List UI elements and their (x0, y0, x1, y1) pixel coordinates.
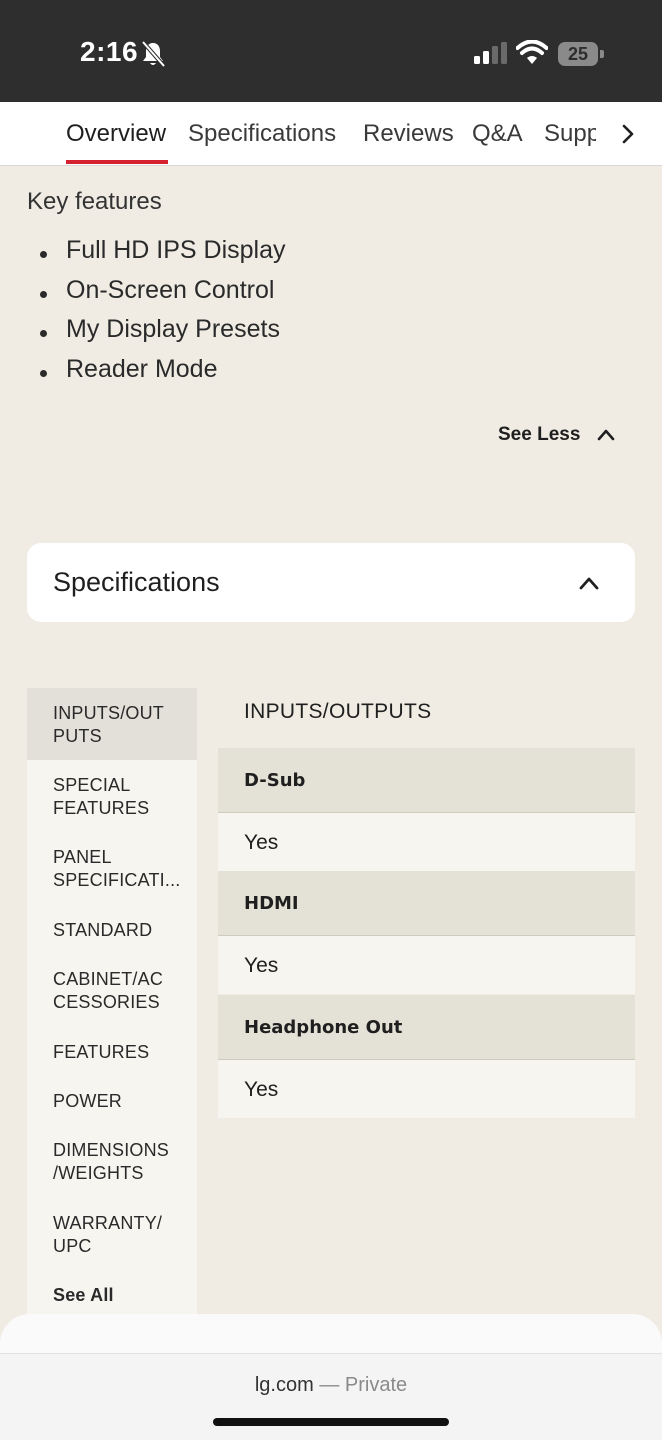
spec-nav-features[interactable]: FEATURES (27, 1041, 197, 1064)
home-indicator[interactable] (213, 1418, 449, 1426)
chevron-up-icon[interactable] (577, 573, 601, 593)
tab-reviews[interactable]: Reviews (363, 120, 454, 148)
tab-qa[interactable]: Q&A (472, 120, 523, 148)
list-item: My Display Presets (40, 315, 286, 355)
chevron-right-icon[interactable] (616, 122, 640, 146)
status-bar: 2:16 25 (0, 0, 662, 102)
specifications-accordion[interactable]: Specifications (27, 543, 635, 622)
spec-row-value: Yes (218, 1060, 635, 1118)
status-time: 2:16 (80, 36, 139, 67)
battery-icon: 25 (558, 42, 604, 66)
url-separator: — (313, 1374, 345, 1396)
spec-nav-warranty-upc[interactable]: WARRANTY/ UPC (27, 1212, 197, 1258)
wifi-icon (516, 40, 548, 64)
spec-row-label: D-Sub (218, 748, 635, 813)
spec-nav-power[interactable]: POWER (27, 1090, 197, 1113)
spec-category-nav: INPUTS/OUT PUTS SPECIAL FEATURES PANEL S… (27, 688, 197, 1314)
list-item: Reader Mode (40, 355, 286, 395)
address-bar[interactable]: lg.com — Private (0, 1374, 662, 1397)
spec-row-label: HDMI (218, 871, 635, 936)
spec-nav-standard[interactable]: STANDARD (27, 919, 197, 942)
tab-support[interactable]: Supp (544, 120, 600, 148)
spec-nav-see-all[interactable]: See All (27, 1284, 197, 1307)
tab-specifications[interactable]: Specifications (188, 120, 336, 148)
bell-slash-icon (141, 40, 166, 68)
list-item: Full HD IPS Display (40, 236, 286, 276)
active-tab-indicator (66, 160, 168, 164)
see-less-button[interactable]: See Less (498, 424, 580, 446)
private-mode-label: Private (344, 1374, 408, 1396)
signal-icon (474, 42, 507, 64)
spec-nav-special-features[interactable]: SPECIAL FEATURES (27, 774, 197, 820)
tab-bar: Overview Specifications Reviews Q&A Supp (0, 102, 662, 166)
list-item: On-Screen Control (40, 276, 286, 316)
spec-row-value: Yes (218, 813, 635, 871)
spec-nav-dimensions-weights[interactable]: DIMENSIONS /WEIGHTS (27, 1139, 197, 1185)
key-features-list: Full HD IPS Display On-Screen Control My… (40, 236, 286, 394)
spec-section-title: INPUTS/OUTPUTS (244, 700, 432, 723)
spec-nav-panel-specifications[interactable]: PANEL SPECIFICATI... (27, 846, 197, 892)
key-features-title: Key features (27, 188, 162, 215)
chevron-up-icon[interactable] (596, 426, 616, 444)
url-domain: lg.com (254, 1374, 314, 1396)
spec-row-label: Headphone Out (218, 995, 635, 1060)
spec-nav-inputs-outputs[interactable]: INPUTS/OUT PUTS (27, 688, 197, 760)
spec-row-value: Yes (218, 936, 635, 994)
battery-level: 25 (567, 43, 589, 64)
specifications-title: Specifications (53, 567, 220, 597)
spec-nav-cabinet-accessories[interactable]: CABINET/AC CESSORIES (27, 968, 197, 1014)
tab-overview[interactable]: Overview (66, 120, 166, 148)
